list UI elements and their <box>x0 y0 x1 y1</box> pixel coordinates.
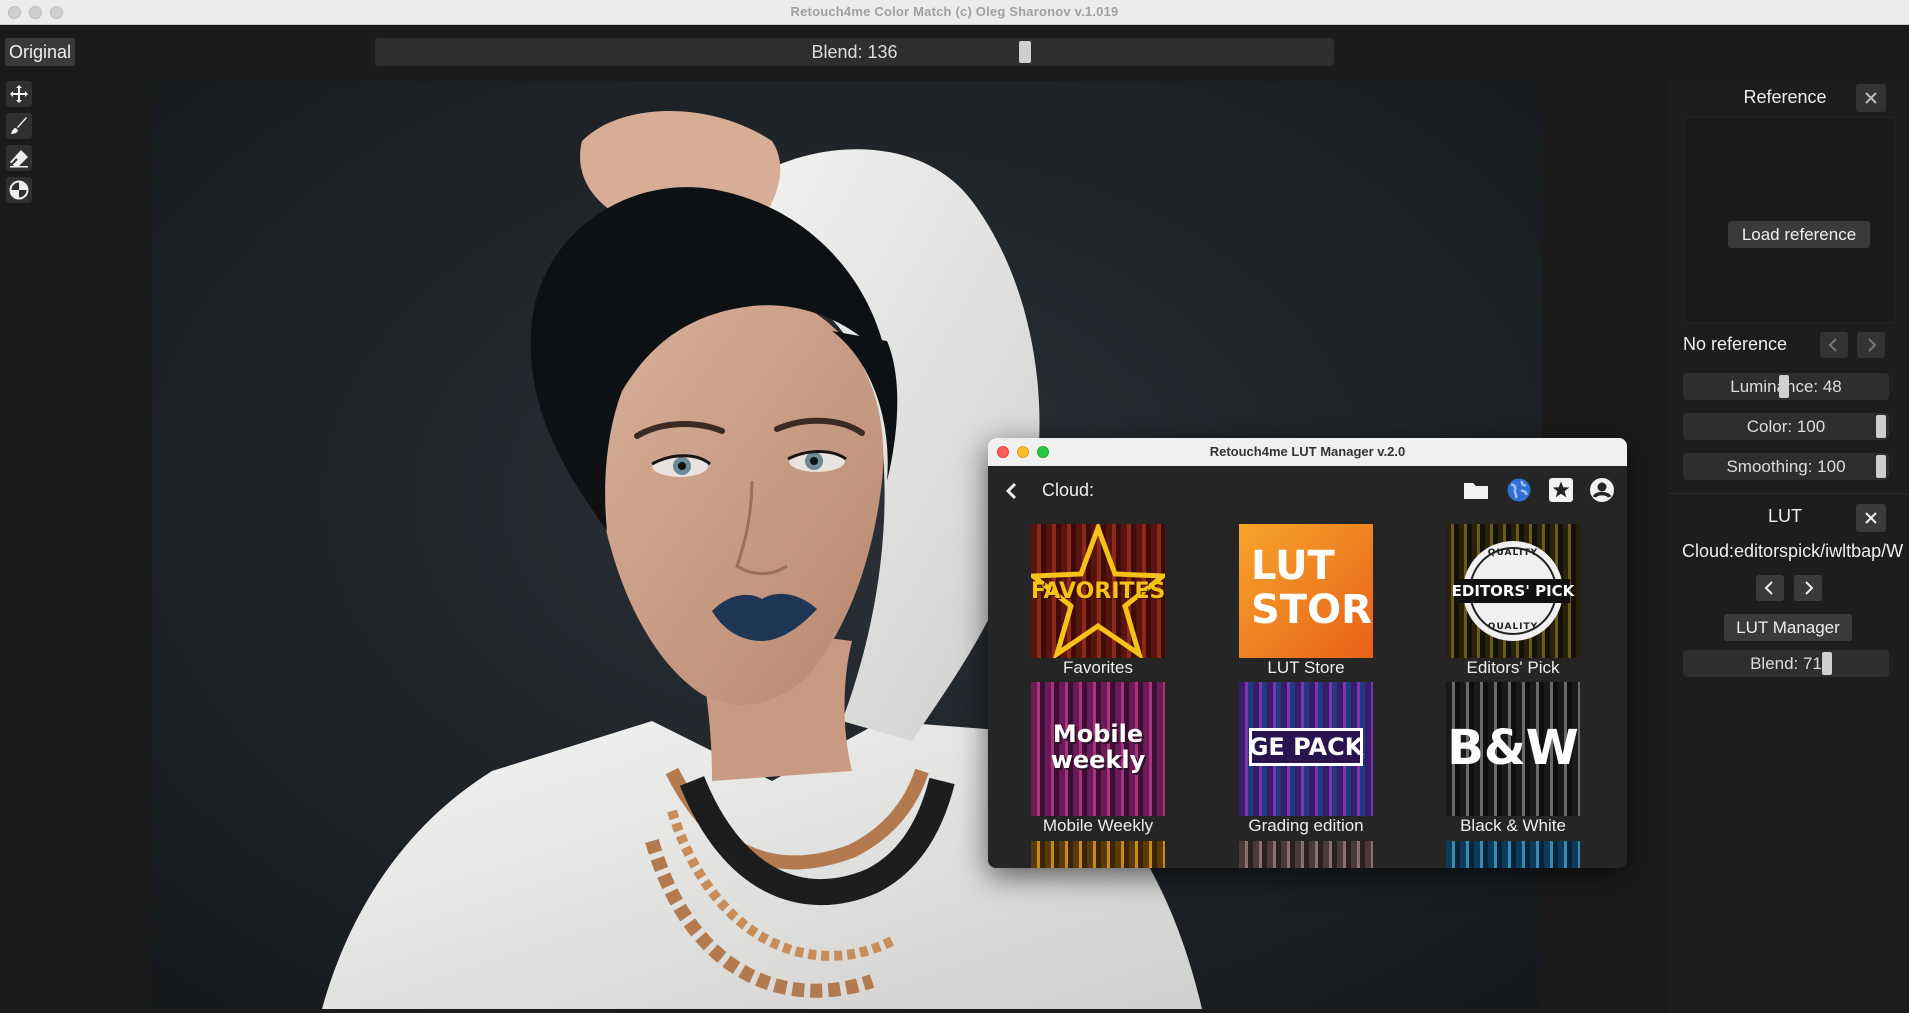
folder-icon <box>1464 483 1488 499</box>
chevron-left-icon <box>1828 338 1837 352</box>
lut-manager-nav: Cloud: <box>988 466 1627 516</box>
lut-collection-label: LUT Store <box>1267 658 1345 677</box>
lut-prev-button[interactable] <box>1756 575 1784 601</box>
color-picker-icon <box>9 180 29 200</box>
lut-collection-partial-3[interactable] <box>1446 841 1580 868</box>
lut-manager-titlebar: Retouch4me LUT Manager v.2.0 <box>988 438 1627 466</box>
lut-path: Cloud:editorspick/iwltbap/W <box>1682 541 1904 561</box>
load-reference-button[interactable]: Load reference <box>1728 221 1870 248</box>
location-label: Cloud: <box>1042 480 1095 500</box>
lut-collection-label: Favorites <box>1063 658 1133 677</box>
chevron-left-icon <box>1764 581 1773 595</box>
favorites-button[interactable] <box>1548 477 1574 508</box>
close-icon <box>1865 92 1877 104</box>
move-icon <box>10 85 28 103</box>
reference-drop-area[interactable] <box>1683 117 1895 323</box>
luminance-slider[interactable]: Luminance: 48 <box>1683 373 1889 400</box>
window-title: Retouch4me Color Match (c) Oleg Sharonov… <box>790 4 1119 19</box>
color-slider[interactable]: Color: 100 <box>1683 413 1889 440</box>
lut-blend-label: Blend: 71 <box>1750 654 1822 673</box>
reference-next-button[interactable] <box>1857 332 1885 358</box>
eraser-icon <box>10 150 28 168</box>
lut-collection-label: Black & White <box>1460 816 1566 835</box>
title-bar: Retouch4me Color Match (c) Oleg Sharonov… <box>0 0 1909 25</box>
panel-divider <box>1668 493 1909 494</box>
move-tool-button[interactable] <box>6 81 32 107</box>
lut-manager-window: Retouch4me LUT Manager v.2.0 Cloud: FAVO… <box>988 438 1627 868</box>
lut-collection-label: Grading edition <box>1248 816 1364 835</box>
reference-prev-button[interactable] <box>1820 332 1848 358</box>
reference-header: Reference <box>1743 87 1827 107</box>
lut-collection-label: Mobile Weekly <box>1042 816 1154 835</box>
chevron-left-icon <box>1005 482 1017 500</box>
lut-manager-title: Retouch4me LUT Manager v.2.0 <box>1209 444 1406 459</box>
black-white-thumbnail: B&W <box>1446 682 1580 816</box>
blend-slider-thumb[interactable] <box>1019 41 1031 63</box>
smoothing-slider[interactable]: Smoothing: 100 <box>1683 453 1889 480</box>
lut-collection-label: Editors' Pick <box>1466 658 1560 677</box>
eraser-tool-button[interactable] <box>6 145 32 171</box>
color-picker-tool-button[interactable] <box>6 177 32 203</box>
blend-slider-label: Blend: 136 <box>811 42 898 62</box>
lut-close-button[interactable] <box>1856 504 1886 532</box>
reference-close-button[interactable] <box>1856 84 1886 112</box>
globe-icon <box>1507 478 1531 502</box>
color-label: Color: 100 <box>1746 417 1826 436</box>
luminance-slider-thumb[interactable] <box>1779 375 1789 398</box>
app-window: Retouch4me Color Match (c) Oleg Sharonov… <box>0 0 1909 1013</box>
smoothing-label: Smoothing: 100 <box>1726 457 1846 476</box>
lut-next-button[interactable] <box>1794 575 1822 601</box>
reference-status: No reference <box>1683 334 1788 354</box>
lut-store-thumbnail: LUT STORE <box>1239 524 1373 658</box>
close-icon <box>1865 512 1877 524</box>
chevron-right-icon <box>1868 338 1877 352</box>
chevron-right-icon <box>1805 581 1814 595</box>
favorites-thumbnail: FAVORITES <box>1031 524 1165 658</box>
lut-header: LUT <box>1767 506 1802 526</box>
back-button[interactable] <box>1002 480 1022 507</box>
lut-collection-partial-2[interactable] <box>1239 841 1373 868</box>
brush-icon <box>11 117 27 134</box>
star-icon <box>1549 478 1573 502</box>
blend-slider[interactable]: Blend: 136 <box>375 38 1334 66</box>
mobile-weekly-thumbnail: Mobile weekly <box>1031 682 1165 816</box>
local-folder-button[interactable] <box>1462 478 1490 507</box>
grading-edition-thumbnail: GE PACK <box>1239 682 1373 816</box>
account-button[interactable] <box>1589 477 1615 508</box>
lut-manager-button[interactable]: LUT Manager <box>1724 614 1852 641</box>
cloud-button[interactable] <box>1506 477 1532 508</box>
lut-collection-partial-1[interactable] <box>1031 841 1165 868</box>
lut-blend-slider-thumb[interactable] <box>1822 652 1832 675</box>
color-slider-thumb[interactable] <box>1876 415 1886 438</box>
original-button[interactable]: Original <box>5 38 75 66</box>
smoothing-slider-thumb[interactable] <box>1876 455 1886 478</box>
editors-pick-thumbnail: QUALITY EDITORS' PICK QUALITY <box>1446 524 1580 658</box>
brush-tool-button[interactable] <box>6 113 32 139</box>
user-icon <box>1590 478 1614 502</box>
lut-blend-slider[interactable]: Blend: 71 <box>1683 650 1889 677</box>
